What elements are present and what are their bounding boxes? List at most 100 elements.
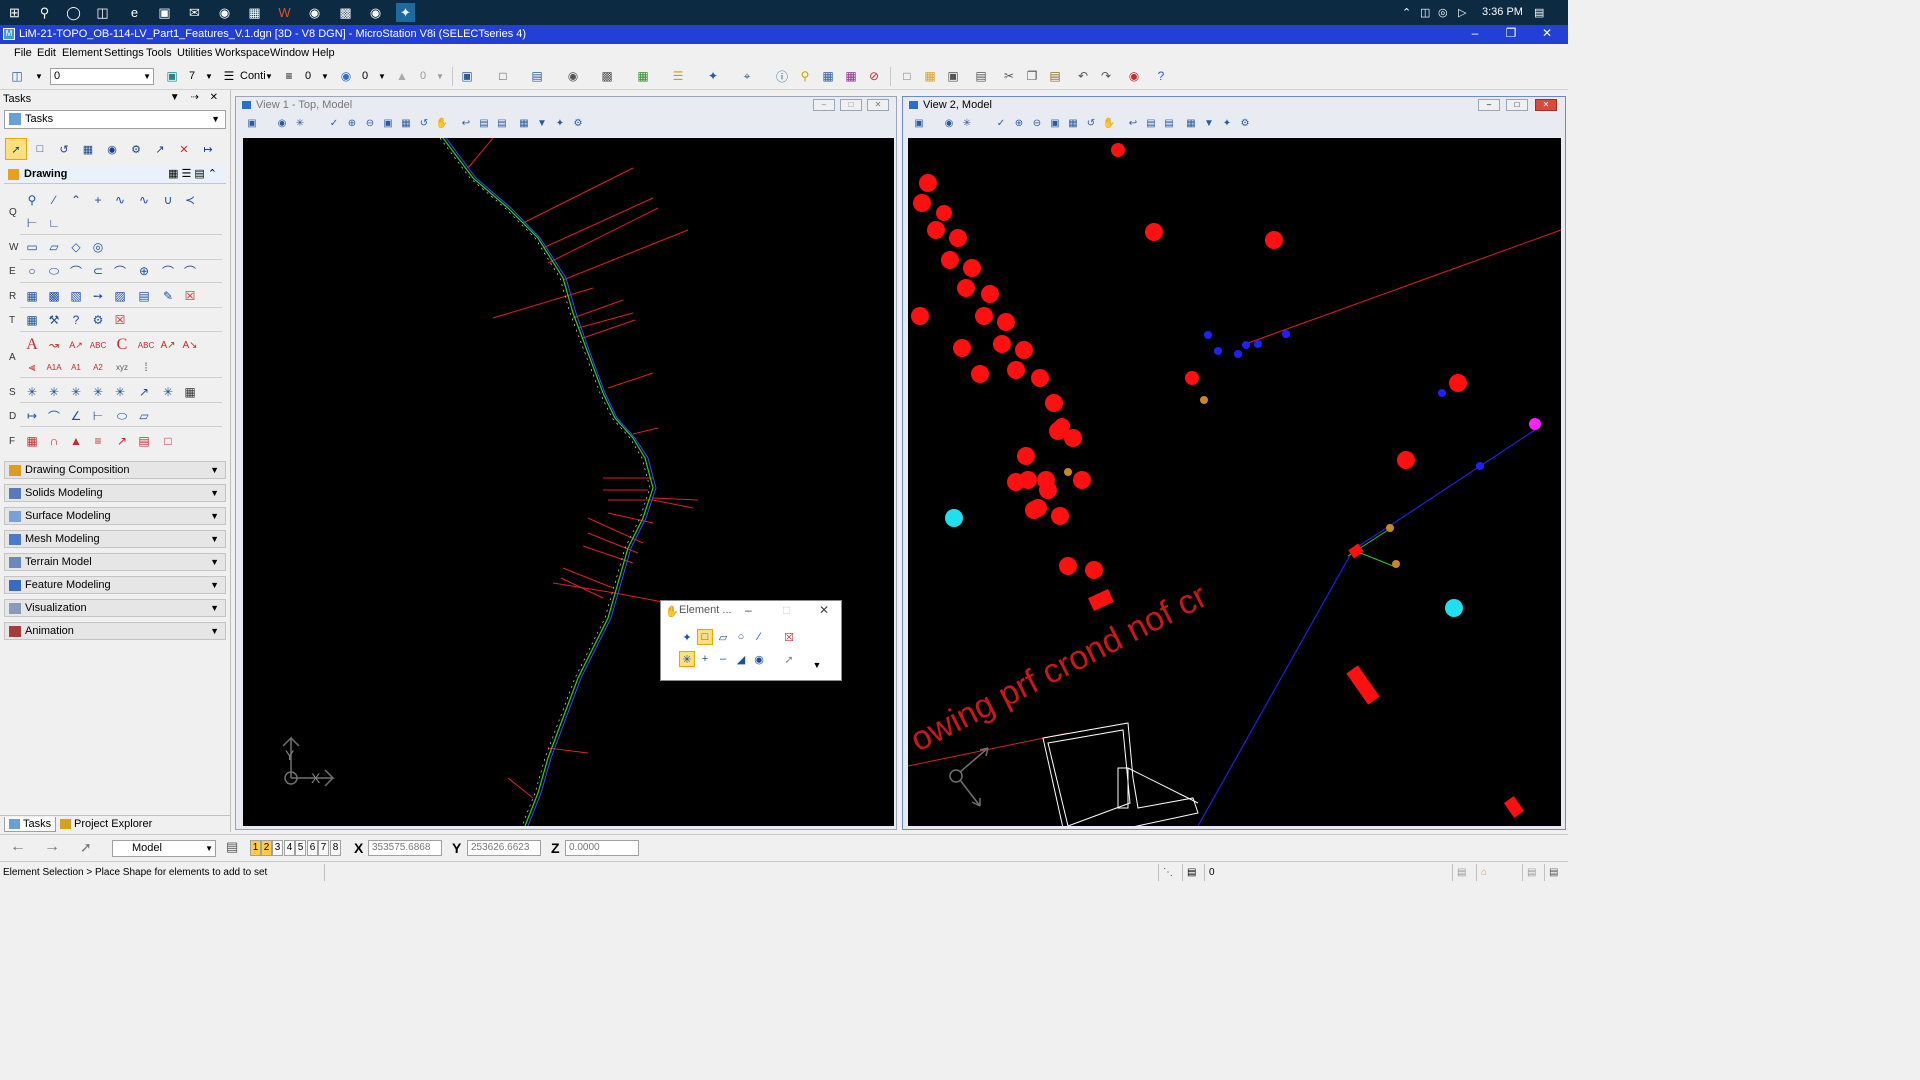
fence-icon[interactable]: □ [494, 67, 512, 85]
view-minimize-icon[interactable]: – [813, 99, 835, 111]
camera-icon[interactable]: ✦ [1219, 115, 1235, 131]
chrome-2-icon[interactable]: ◉ [305, 3, 324, 22]
no-display-icon[interactable]: ⊘ [865, 67, 883, 85]
show-pattern-icon[interactable]: ▤ [134, 286, 154, 306]
clip-volume-icon[interactable]: ▦ [1183, 115, 1199, 131]
identify-cell-icon[interactable]: ? [66, 310, 86, 330]
z-coordinate-field[interactable]: 0.0000 [565, 840, 639, 856]
subtract-selection-icon[interactable]: – [715, 651, 731, 667]
construct-angle-icon[interactable]: ≺ [180, 190, 200, 210]
clip-mask-icon[interactable]: ▼ [534, 115, 550, 131]
dimension-arc-icon[interactable]: ⌒ [44, 406, 64, 426]
section-tool-icon[interactable]: ∩ [44, 431, 64, 451]
volume-icon[interactable]: ▷ [1458, 6, 1466, 19]
clip-mask-icon[interactable]: ▼ [1201, 115, 1217, 131]
view-attributes-icon[interactable]: ▣ [244, 115, 260, 131]
view-previous-icon[interactable]: ↩ [1125, 115, 1141, 131]
element-selection-tool-icon[interactable]: ➚ [5, 138, 27, 160]
hatch-area-icon[interactable]: ▦ [22, 286, 42, 306]
menu-utilities[interactable]: Utilities [177, 47, 212, 59]
references-icon[interactable]: ▦ [634, 67, 652, 85]
app-blue-icon[interactable]: ▩ [336, 3, 355, 22]
notification-icon[interactable]: ▤ [1534, 6, 1544, 19]
place-arc-icon[interactable]: ⌒ [66, 261, 86, 281]
dimension-angle-icon[interactable]: ∠ [66, 406, 86, 426]
model-combo[interactable]: Model ▼ [112, 840, 216, 857]
bspline-icon[interactable]: ∪ [158, 190, 178, 210]
section-drawing-composition[interactable]: Drawing Composition ▼ [4, 461, 226, 479]
copy-view-icon[interactable]: ▤ [1161, 115, 1177, 131]
file-explorer-icon[interactable]: ▦ [245, 3, 264, 22]
select-all-icon[interactable]: ☒ [781, 629, 797, 645]
minimize-icon[interactable]: – [1460, 26, 1490, 40]
cortana-icon[interactable]: ◯ [64, 3, 83, 22]
undo-icon[interactable]: ↶ [1074, 67, 1092, 85]
place-half-ellipse-icon[interactable]: ⊂ [88, 261, 108, 281]
update-view-icon[interactable]: ✓ [993, 115, 1009, 131]
snap-mode-icon[interactable]: ⋱ [1158, 864, 1182, 881]
dialog-minimize-icon[interactable]: – [745, 603, 752, 617]
line-style-dropdown-icon[interactable]: ▼ [260, 67, 278, 85]
close-icon[interactable]: ✕ [1532, 26, 1562, 40]
level-manager-icon[interactable]: ◫ [8, 67, 26, 85]
increment-number-icon[interactable]: A1 [66, 357, 86, 377]
place-point-icon[interactable]: + [88, 190, 108, 210]
place-multiline-icon[interactable]: ⌃ [66, 190, 86, 210]
place-shape-icon[interactable]: ▱ [44, 237, 64, 257]
view-next-icon[interactable]: ▤ [476, 115, 492, 131]
view-lighting-icon[interactable]: ✳ [959, 115, 975, 131]
priority-dropdown-icon[interactable]: ▼ [431, 67, 449, 85]
drawing-boundary-icon[interactable]: □ [158, 431, 178, 451]
spell-checker-icon[interactable]: ABC [88, 335, 108, 355]
text-along-element-icon[interactable]: ↝ [44, 335, 64, 355]
dimension-3d-icon[interactable]: ▱ [134, 406, 154, 426]
light-manager-icon[interactable]: ✳ [158, 382, 178, 402]
info-icon[interactable]: ⓘ [773, 67, 791, 85]
solids-icon[interactable]: ◉ [564, 67, 582, 85]
place-ellipse-icon[interactable]: ⬭ [44, 261, 64, 281]
color-value[interactable]: 7 [189, 70, 195, 82]
place-light-4-icon[interactable]: ✳ [88, 382, 108, 402]
redo-icon[interactable]: ↷ [1097, 67, 1115, 85]
select-line-icon[interactable]: ∕ [751, 629, 767, 645]
tab-project-explorer[interactable]: Project Explorer [56, 817, 156, 832]
replace-cell-icon[interactable]: ⚙ [88, 310, 108, 330]
place-stream-icon[interactable]: ∿ [110, 190, 130, 210]
table-icon[interactable]: ▦ [180, 382, 200, 402]
saved-views-icon[interactable]: ▦ [819, 67, 837, 85]
recorder-icon[interactable]: ◉ [366, 3, 385, 22]
menu-window[interactable]: Window [270, 47, 309, 59]
place-text-icon[interactable]: A [22, 335, 42, 355]
element-selection-icon[interactable]: ▣ [458, 67, 476, 85]
transparency-value[interactable]: 0 [362, 70, 368, 82]
active-level-combo[interactable]: 0 ▼ [50, 68, 154, 85]
clip-volume-icon[interactable]: ▦ [516, 115, 532, 131]
modify-tool-icon[interactable]: ▦ [77, 138, 99, 160]
level-dropdown-icon[interactable]: ▼ [30, 67, 48, 85]
windows-start-icon[interactable]: ⊞ [5, 3, 24, 22]
change-attributes-icon[interactable]: ⚙ [125, 138, 147, 160]
x-coordinate-field[interactable]: 353575.6868 [368, 840, 442, 856]
forward-icon[interactable]: → [44, 838, 60, 856]
pointer-icon[interactable]: ➚ [781, 651, 797, 667]
add-selection-icon[interactable]: + [697, 651, 713, 667]
crosshatch-area-icon[interactable]: ▩ [44, 286, 64, 306]
view-groups-icon[interactable]: ▤ [226, 839, 238, 855]
edit-pattern-icon[interactable]: ✎ [158, 286, 178, 306]
line-style-icon[interactable]: ☰ [220, 67, 238, 85]
clock[interactable]: 3:36 PM [1482, 6, 1523, 18]
tray-chevron-icon[interactable]: ⌃ [1402, 6, 1411, 19]
view-next-icon[interactable]: ▤ [1143, 115, 1159, 131]
home-icon[interactable]: ⌂ [1476, 864, 1500, 881]
panel-controls[interactable]: ▼ ⇢ ✕ [170, 92, 222, 103]
expand-dialog-icon[interactable]: ▼ [809, 657, 825, 673]
modify-arc-icon[interactable]: ⌒ [110, 261, 130, 281]
dimension-ordinate-icon[interactable]: ⬭ [112, 406, 132, 426]
lock-icon[interactable]: ▤ [1182, 864, 1204, 881]
view-previous-icon[interactable]: ↩ [458, 115, 474, 131]
construct-tangent-icon[interactable]: ∟ [44, 213, 64, 233]
copy-increment-text-icon[interactable]: A1A [44, 357, 64, 377]
pan-view-icon[interactable]: ✋ [1101, 115, 1117, 131]
place-regular-polygon-icon[interactable]: ◎ [88, 237, 108, 257]
place-smartline-icon[interactable]: ⚲ [22, 190, 42, 210]
